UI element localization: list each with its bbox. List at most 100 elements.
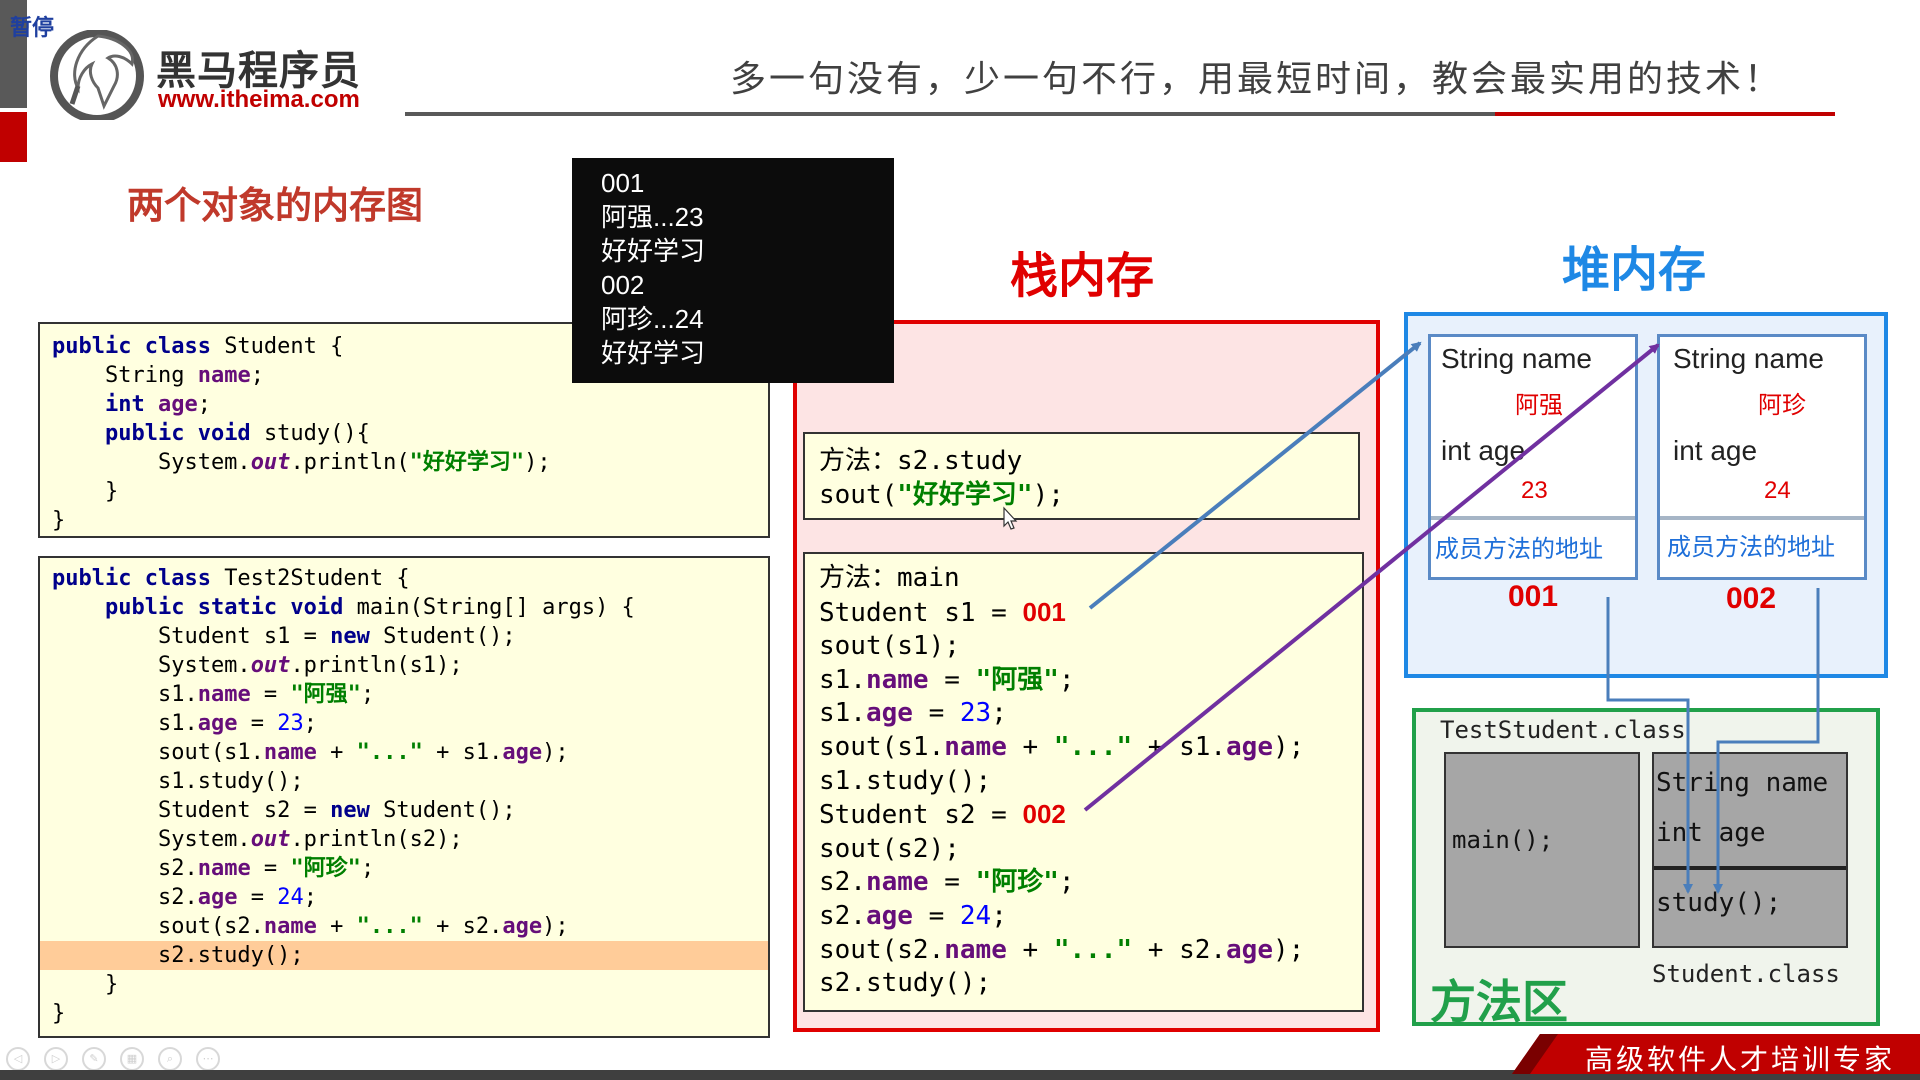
- code-token: .println(s1);: [290, 653, 463, 678]
- slide-title: 两个对象的内存图: [127, 184, 423, 227]
- code-token: =: [928, 867, 976, 898]
- zoom-icon[interactable]: ⌕: [158, 1047, 182, 1071]
- code-token: ;: [303, 711, 317, 736]
- code-token: }: [52, 1001, 66, 1026]
- field-age-label: int age: [1673, 435, 1758, 466]
- code-token: .println(s2);: [290, 827, 463, 852]
- code-token: ;: [197, 392, 211, 417]
- code-token: name: [197, 856, 251, 881]
- code-token: age: [502, 914, 543, 939]
- code-line: sout(s2.name + "..." + s2.age);: [819, 934, 1348, 968]
- main-method-box: main();: [1444, 752, 1640, 948]
- code-token: +: [316, 914, 357, 939]
- main-method: main();: [1452, 826, 1554, 854]
- code-token: }: [52, 508, 66, 533]
- code-token: name: [263, 740, 317, 765]
- code-line: Student s1 = 001: [819, 596, 1348, 631]
- console-line: 好好学习: [601, 338, 706, 368]
- code-token: public class: [52, 334, 225, 359]
- code-token: System.: [52, 653, 251, 678]
- code-line: s1.name = "阿强";: [819, 664, 1348, 698]
- slides-icon[interactable]: ▦: [120, 1047, 144, 1071]
- code-line: System.out.println(s2);: [40, 825, 768, 854]
- code-token: );: [542, 914, 569, 939]
- code-line: sout(s1.name + "..." + s1.age);: [819, 731, 1348, 765]
- code-token: new: [330, 624, 384, 649]
- code-line: }: [40, 999, 768, 1028]
- code-token: s2.study();: [52, 943, 304, 968]
- heap-title: 堆内存: [1562, 242, 1707, 298]
- test-class-label: TestStudent.class: [1440, 716, 1686, 744]
- code-token: name: [197, 363, 251, 388]
- code-line: }: [40, 970, 768, 999]
- pen-icon[interactable]: ✎: [82, 1047, 106, 1071]
- previous-icon[interactable]: ◁: [6, 1047, 30, 1071]
- code-line: s2.name = "阿珍";: [40, 854, 768, 883]
- code-token: =: [237, 885, 278, 910]
- code-token: }: [52, 972, 119, 997]
- code-token: =: [912, 900, 960, 931]
- console-line: 好好学习: [601, 236, 706, 266]
- heap-object-001: String name 阿强 int age 23 成员方法的地址: [1428, 334, 1638, 580]
- code-token: System.: [52, 827, 251, 852]
- code-token: "...": [1053, 731, 1133, 762]
- code-line: public class Test2Student {: [40, 564, 768, 593]
- code-token: ;: [1058, 664, 1075, 695]
- student-method: study();: [1656, 888, 1782, 918]
- method-address: 成员方法的地址: [1667, 534, 1835, 561]
- code-token: age: [502, 740, 543, 765]
- code-line: s1.age = 23;: [819, 697, 1348, 731]
- code-line: int age;: [52, 390, 756, 419]
- code-token: "阿珍": [975, 867, 1059, 898]
- code-token: + s1.: [422, 740, 503, 765]
- code-token: );: [1032, 480, 1064, 510]
- code-token: 方法：s2.study: [819, 446, 1023, 476]
- code-token: sout(s1.: [819, 731, 945, 762]
- code-token: age: [865, 900, 913, 931]
- code-token: System.: [52, 450, 251, 475]
- code-token: sout(s1.: [52, 740, 264, 765]
- code-token: name: [865, 867, 929, 898]
- frame-lines: 方法：s2.study sout("好好学习");: [819, 444, 1344, 512]
- code-token: name: [197, 682, 251, 707]
- next-icon[interactable]: ▷: [44, 1047, 68, 1071]
- heap-divider: [1660, 516, 1864, 520]
- code-line: Student s1 = new Student();: [40, 622, 768, 651]
- field-age-label: int age: [1441, 435, 1526, 466]
- code-token: + s2.: [422, 914, 503, 939]
- field-name-label: String name: [1673, 343, 1824, 374]
- logo-url: www.itheima.com: [158, 86, 360, 113]
- more-icon[interactable]: ⋯: [196, 1047, 220, 1071]
- code-line: Student s2 = new Student();: [40, 796, 768, 825]
- stack-address: 002: [1022, 799, 1066, 830]
- code-line: s1.study();: [40, 767, 768, 796]
- code-token: name: [944, 731, 1007, 762]
- code-token: s1.: [819, 664, 866, 695]
- heap-object-002: String name 阿珍 int age 24 成员方法的地址: [1657, 334, 1867, 580]
- code-token: sout(s2.: [52, 914, 264, 939]
- slogan: 多一句没有，少一句不行，用最短时间，教会最实用的技术！: [730, 59, 1784, 100]
- code-token: public class: [52, 566, 225, 591]
- header-divider: [405, 112, 1495, 116]
- code-token: );: [542, 740, 569, 765]
- code-token: ;: [360, 682, 375, 707]
- code-token: Student();: [383, 624, 516, 649]
- console-line: 阿珍...24: [601, 304, 704, 334]
- console-line: 阿强...23: [601, 202, 704, 232]
- field-name-label: String name: [1441, 343, 1592, 374]
- code-token: study(){: [263, 421, 370, 446]
- code-token: Test2Student {: [224, 566, 410, 591]
- code-token: int: [104, 392, 158, 417]
- horse-logo-icon: [50, 30, 144, 120]
- code-token: name: [865, 664, 929, 695]
- code-line: 方法：main: [819, 562, 1348, 596]
- code-token: s2.: [819, 867, 866, 898]
- code-lines: public class Test2Student { public stati…: [40, 564, 768, 1028]
- field-name-value: 阿珍: [1758, 392, 1806, 419]
- student-field-name: String name: [1656, 768, 1829, 798]
- code-token: s2.study();: [819, 968, 992, 999]
- code-token: "阿强": [290, 682, 361, 707]
- code-token: =: [928, 664, 976, 695]
